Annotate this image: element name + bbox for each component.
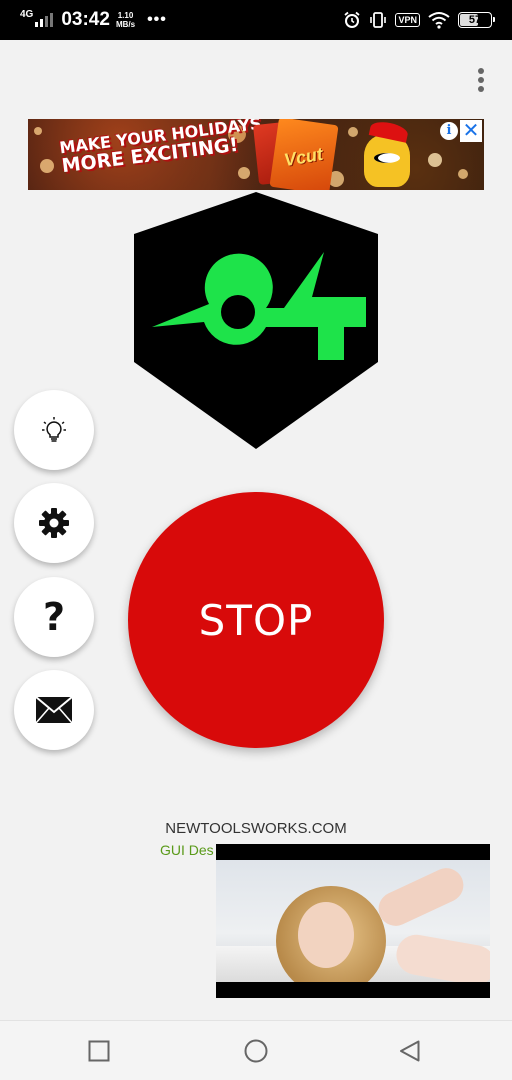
signal-icon [35, 13, 54, 27]
vibrate-icon [370, 12, 387, 28]
lightbulb-icon [42, 417, 66, 442]
stop-label: STOP [198, 595, 314, 645]
battery-icon: 57 [458, 12, 495, 28]
gear-icon [39, 508, 69, 538]
video-ad[interactable] [216, 844, 490, 998]
home-circle-icon[interactable] [244, 1039, 268, 1063]
settings-button[interactable] [14, 483, 94, 563]
ad-info-icon[interactable]: i [440, 122, 458, 140]
ad-close-icon[interactable]: ✕ [460, 120, 482, 142]
battery-level: 57 [468, 14, 482, 26]
wifi-icon [428, 12, 450, 29]
speed-unit: MB/s [115, 20, 136, 29]
site-link[interactable]: NEWTOOLSWORKS.COM [0, 820, 512, 837]
contact-button[interactable] [14, 670, 94, 750]
clock: 03:42 [61, 9, 110, 30]
gui-credit: GUI Des [160, 842, 214, 858]
network-type: 4G [20, 9, 34, 20]
app-logo [134, 192, 378, 449]
ad-headline: MAKE YOUR HOLIDAYS MORE EXCITING! [58, 119, 265, 177]
network-speed: 1.10 MB/s [116, 11, 135, 29]
tips-button[interactable] [14, 390, 94, 470]
recents-square-icon[interactable] [87, 1039, 111, 1063]
speed-value: 1.10 [117, 11, 134, 20]
more-notifications-icon: ••• [147, 11, 167, 28]
ad-mascot-image [364, 135, 410, 187]
vpn-icon: VPN [395, 13, 420, 27]
system-nav-bar [0, 1020, 512, 1080]
video-ad-thumbnail [216, 860, 490, 982]
help-button[interactable]: ? [14, 577, 94, 657]
ad-banner[interactable]: MAKE YOUR HOLIDAYS MORE EXCITING! Vcut i… [28, 119, 484, 190]
alarm-icon [344, 11, 361, 28]
envelope-icon [35, 696, 73, 724]
more-vert-icon[interactable] [470, 66, 492, 94]
question-icon: ? [42, 595, 66, 639]
stop-button[interactable]: STOP [128, 492, 384, 748]
status-bar: 4G 03:42 1.10 MB/s ••• VPN 57 [0, 0, 512, 40]
back-triangle-icon[interactable] [398, 1039, 422, 1063]
